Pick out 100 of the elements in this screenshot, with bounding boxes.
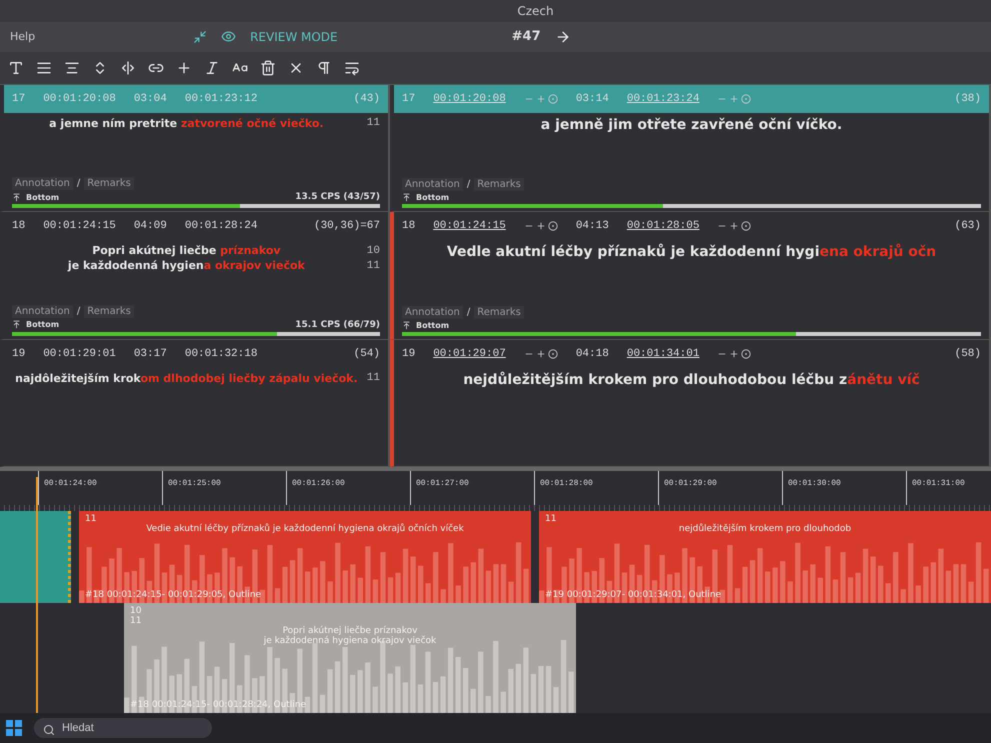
subtitle-text[interactable]: a jemne ním pretrite zatvorené očné viečko.: [12, 116, 361, 130]
cps-reading: 13.5 CPS (43/57): [295, 192, 380, 202]
row-header[interactable]: 18 00:01:24:15 04:13 00:01:28:05 (63): [394, 212, 989, 240]
annotation-tab[interactable]: Annotation: [12, 177, 73, 190]
collapse-icon[interactable]: [193, 30, 208, 44]
row-number: 18: [402, 220, 416, 232]
line-length: 11: [545, 514, 558, 524]
separator-text: /: [466, 179, 470, 190]
position-label: Bottom: [416, 320, 450, 330]
block-text: Vedie akutní léčby příznaků je každodenní hygiena okrajů očních víček: [145, 524, 465, 534]
remarks-tab[interactable]: Remarks: [84, 304, 134, 318]
target-icon[interactable]: [741, 348, 752, 359]
text-icon[interactable]: [8, 60, 24, 76]
subtitle-text[interactable]: nejdůležitějším krokem pro dlouhodobou léčbu zánětu víč: [402, 372, 981, 388]
row-header[interactable]: 18 00:01:24:15 04:09 00:01:28:24 (30,36)=67: [4, 212, 388, 240]
position-icon[interactable]: [402, 193, 411, 202]
trash-icon[interactable]: [260, 60, 276, 76]
position-label: Bottom: [26, 320, 60, 330]
annotation-tab[interactable]: Annotation: [402, 306, 463, 319]
block-text: nejdůležitějším krokem pro dlouhodob: [678, 524, 852, 534]
line-length: 11: [130, 616, 142, 626]
time-tick: 00:01:31:00: [906, 471, 991, 506]
end-time[interactable]: 00:01:34:01: [626, 348, 700, 360]
duration: 03:14: [576, 92, 609, 105]
duration: 03:17: [134, 348, 167, 360]
menu-item[interactable]: Help: [10, 30, 36, 44]
row-number: 18: [12, 220, 26, 232]
search-field[interactable]: Hledat: [34, 718, 212, 738]
character-count: (43): [354, 92, 380, 105]
position-icon[interactable]: [402, 320, 411, 330]
plus-icon[interactable]: [729, 348, 740, 359]
line-length: 11: [366, 117, 380, 130]
align-justify-icon[interactable]: [36, 60, 52, 76]
split-icon[interactable]: [120, 60, 136, 76]
position-icon[interactable]: [12, 320, 21, 330]
subtitle-text[interactable]: je každodenná hygiena okrajov viečok: [12, 259, 361, 272]
cps-reading: 15.1 CPS (66/79): [295, 320, 380, 330]
wrap-text-icon[interactable]: [344, 60, 360, 76]
subtitle-row[interactable]: 17 00:01:20:08 03:14 00:01:23:24 (38) a jemně jim otřete zavřené oční víčko. Annotation / Remarks Bottom: [390, 84, 989, 212]
time-tick: 00:01:27:00: [410, 471, 534, 506]
windows-icon[interactable]: [6, 720, 22, 736]
duration: 04:09: [134, 220, 167, 232]
row-header[interactable]: 19 00:01:29:01 03:17 00:01:32:18 (54): [4, 340, 388, 368]
row-number: 17: [402, 92, 416, 105]
subtitle-text[interactable]: Popri akútnej liečbe príznakov: [12, 244, 361, 258]
start-time[interactable]: 00:01:29:07: [433, 348, 506, 360]
character-count: (63): [954, 220, 981, 232]
block-text: je každodenná hygiena okrajov viečok: [262, 636, 438, 646]
plus-icon[interactable]: [176, 60, 192, 76]
annotation-tab[interactable]: Annotation: [12, 304, 73, 318]
separator-text: /: [466, 306, 470, 318]
subtitle-row[interactable]: 18 00:01:24:15 04:13 00:01:28:05 (63) Vedle akutní léčby příznaků je každodenní hygiena okrajů očn Annotation / Remarks Bottom: [390, 212, 989, 340]
remarks-tab[interactable]: Remarks: [474, 178, 524, 192]
line-length: 11: [366, 260, 380, 272]
annotation-tab[interactable]: Annotation: [402, 178, 463, 192]
plus-icon[interactable]: [536, 348, 546, 359]
position-label: Bottom: [26, 192, 60, 202]
duration: 03:04: [134, 92, 167, 105]
subtitle-text[interactable]: a jemně jim otřete zavřené oční víčko.: [402, 116, 981, 133]
start-time: 00:01:20:08: [43, 92, 116, 105]
position-icon[interactable]: [12, 192, 21, 202]
subtitle-text[interactable]: Vedle akutní léčby příznaků je každodenní hygiena okrajů očn: [402, 244, 981, 260]
subtitle-block[interactable]: 11 nejdůležitějším krokem pro dlouhodob #19 00:01:29:07- 00:01:34:01, Outline: [539, 511, 991, 604]
time-tick: 00:01:29:00: [658, 471, 782, 506]
subtitle-row[interactable]: 19 00:01:29:01 03:17 00:01:32:18 (54) najdôležitejším krokom dlhodobej liečby zápalu viečok. 11: [0, 340, 388, 468]
position-label: Bottom: [416, 193, 450, 202]
line-length: 11: [366, 372, 380, 384]
search-icon: [43, 724, 55, 736]
target-icon[interactable]: [548, 221, 558, 232]
row-number: 19: [402, 348, 416, 360]
separator-text: /: [76, 306, 80, 317]
pilcrow-icon[interactable]: [316, 60, 332, 76]
end-time[interactable]: 00:01:28:05: [626, 220, 700, 232]
plus-icon[interactable]: [729, 221, 740, 232]
plus-icon[interactable]: [536, 221, 546, 232]
target-icon[interactable]: [548, 348, 558, 359]
mode-label[interactable]: REVIEW MODE: [250, 30, 338, 44]
row-header[interactable]: 19 00:01:29:07 04:18 00:01:34:01 (58): [394, 340, 989, 368]
remarks-tab[interactable]: Remarks: [474, 306, 524, 319]
character-count: (30,36)=67: [314, 220, 380, 232]
time-tick: 00:01:25:00: [162, 471, 286, 506]
end-time: 00:01:23:12: [184, 92, 258, 105]
start-time[interactable]: 00:01:24:15: [433, 220, 506, 232]
subtitle-row[interactable]: 17 00:01:20:08 03:04 00:01:23:12 (43) a jemne ním pretrite zatvorené očné viečko. 11 Annotation / Remarks Bottom 13.5 CPS (43/57): [0, 84, 388, 212]
row-number: 19: [12, 348, 26, 360]
target-icon[interactable]: [741, 221, 752, 232]
subtitle-text[interactable]: najdôležitejším krokom dlhodobej liečby zápalu viečok.: [12, 372, 361, 385]
time-tick: 00:01:26:00: [286, 471, 410, 506]
start-time: 00:01:29:01: [43, 348, 116, 360]
window-title: Czech: [517, 4, 554, 18]
subtitle-block[interactable]: 11 Vedie akutní léčby příznaků je každodenní hygiena okrajů očních víček #18 00:01:24:15- 00:01:29:05, Outline: [79, 511, 531, 604]
remarks-tab[interactable]: Remarks: [84, 177, 134, 190]
subtitle-row[interactable]: 19 00:01:29:07 04:18 00:01:34:01 (58) nejdůležitějším krokem pro dlouhodobou léčbu zánětu víč: [390, 340, 989, 468]
duration: 04:18: [576, 348, 609, 360]
line-length: 10: [366, 244, 380, 257]
italic-icon[interactable]: [204, 60, 220, 76]
eye-icon[interactable]: [221, 29, 236, 44]
align-center-icon[interactable]: [64, 60, 80, 76]
end-time: 00:01:28:24: [184, 220, 258, 232]
block-caption: #19 00:01:29:07- 00:01:34:01, Outline: [545, 590, 722, 600]
